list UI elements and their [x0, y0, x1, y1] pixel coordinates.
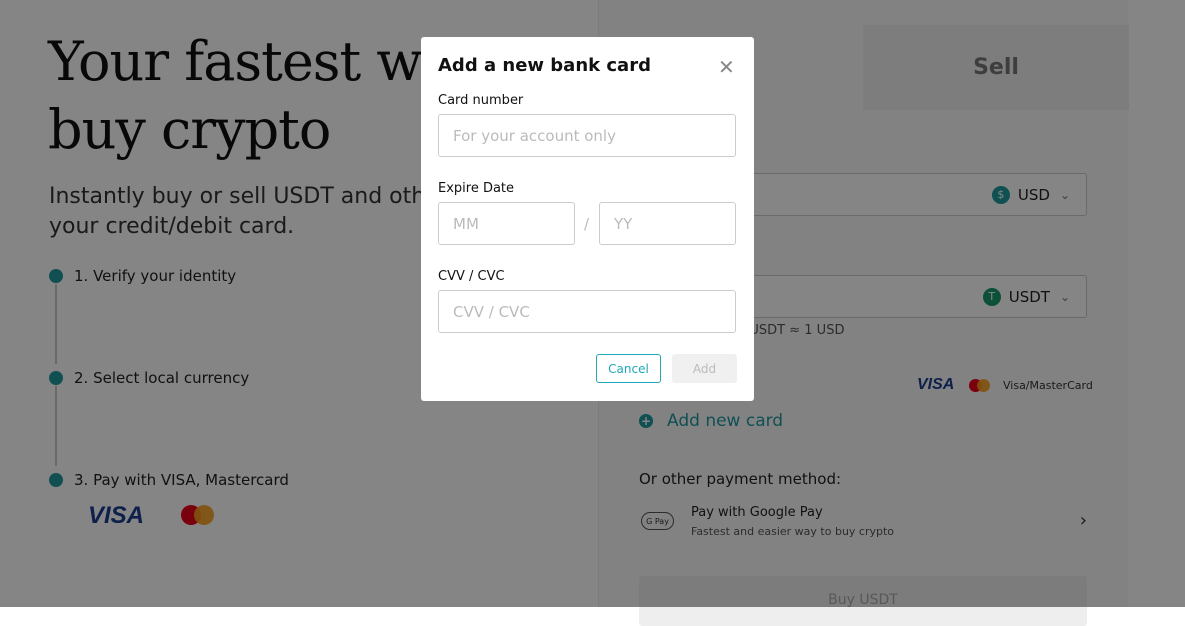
card-number-label: Card number	[438, 93, 524, 108]
close-icon[interactable]: ✕	[718, 55, 735, 79]
modal-title: Add a new bank card	[438, 55, 651, 76]
date-separator: /	[584, 215, 590, 233]
expire-month-input[interactable]	[438, 202, 575, 245]
add-card-modal: Add a new bank card ✕ Card number Expire…	[421, 37, 754, 401]
cvv-input[interactable]	[438, 290, 736, 333]
card-number-input[interactable]	[438, 114, 736, 157]
add-button[interactable]: Add	[672, 354, 737, 383]
cancel-button[interactable]: Cancel	[596, 354, 661, 383]
cvv-label: CVV / CVC	[438, 269, 505, 284]
expire-year-input[interactable]	[599, 202, 736, 245]
expire-date-label: Expire Date	[438, 181, 515, 196]
